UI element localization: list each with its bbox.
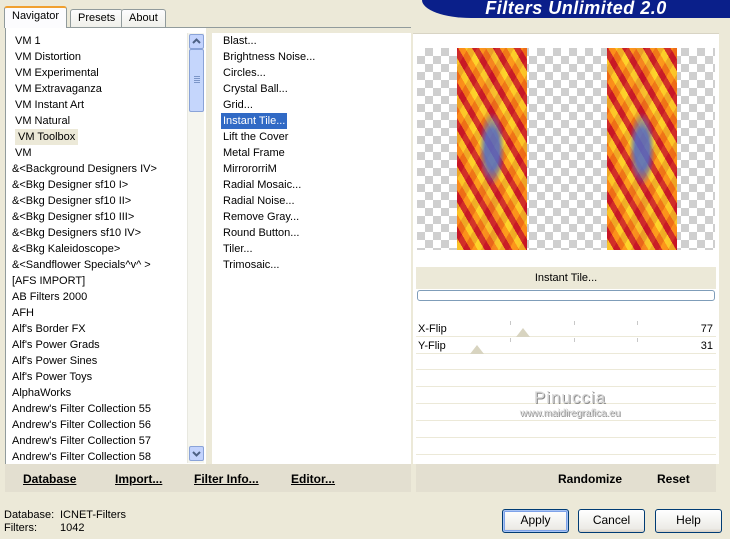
filter-item[interactable]: Round Button...	[223, 225, 299, 241]
category-item[interactable]: &<Bkg Designer sf10 III>	[12, 209, 134, 225]
filter-item[interactable]: Radial Mosaic...	[223, 177, 301, 193]
filter-item[interactable]: Tiler...	[223, 241, 253, 257]
category-item[interactable]: &<Bkg Designer sf10 II>	[12, 193, 131, 209]
filter-item[interactable]: Circles...	[223, 65, 266, 81]
chevron-up-icon	[192, 38, 201, 44]
category-item[interactable]: Alf's Power Grads	[12, 337, 100, 353]
category-item[interactable]: VM Extravaganza	[15, 81, 102, 97]
tab-presets[interactable]: Presets	[70, 9, 124, 27]
category-item[interactable]: AFH	[12, 305, 34, 321]
filter-item[interactable]: Instant Tile...	[221, 113, 288, 129]
filter-item[interactable]: Brightness Noise...	[223, 49, 315, 65]
tab-about[interactable]: About	[121, 9, 166, 27]
category-item[interactable]: Andrew's Filter Collection 57	[12, 433, 151, 449]
slider-tick	[637, 321, 639, 325]
filter-item[interactable]: MirrororriM	[223, 161, 277, 177]
param-label: Y-Flip	[418, 340, 446, 352]
category-item[interactable]: VM Distortion	[15, 49, 81, 65]
param-row-empty	[416, 354, 716, 370]
slider-tick	[509, 321, 511, 325]
scroll-thumb[interactable]	[189, 49, 204, 112]
apply-button[interactable]: Apply	[502, 509, 569, 533]
randomize-button[interactable]: Randomize	[558, 472, 622, 486]
filter-item[interactable]: Blast...	[223, 33, 257, 49]
filter-item[interactable]: Grid...	[223, 97, 253, 113]
scroll-down-button[interactable]	[189, 446, 204, 461]
progress-bar	[417, 290, 715, 301]
category-item[interactable]: AB Filters 2000	[12, 289, 87, 305]
category-item[interactable]: Andrew's Filter Collection 55	[12, 401, 151, 417]
category-item[interactable]: VM Instant Art	[15, 97, 84, 113]
filter-info-button[interactable]: Filter Info...	[194, 472, 259, 486]
category-scrollbar[interactable]	[187, 33, 204, 463]
param-label: X-Flip	[418, 323, 447, 335]
slider-thumb[interactable]	[516, 328, 530, 337]
filter-item[interactable]: Remove Gray...	[223, 209, 299, 225]
param-value: 31	[700, 340, 713, 352]
slider-tick	[573, 338, 575, 342]
database-button[interactable]: Database	[23, 472, 76, 486]
slider-tick	[573, 321, 575, 325]
filter-item[interactable]: Trimosaic...	[223, 257, 279, 273]
filter-name-bar: Instant Tile...	[416, 267, 716, 289]
category-item[interactable]: Alf's Border FX	[12, 321, 86, 337]
cancel-button[interactable]: Cancel	[578, 509, 645, 533]
category-item[interactable]: &<Sandflower Specials^v^ >	[12, 257, 151, 273]
param-row-empty	[416, 371, 716, 387]
category-item[interactable]: Andrew's Filter Collection 58	[12, 449, 151, 465]
category-item[interactable]: Andrew's Filter Collection 56	[12, 417, 151, 433]
category-item[interactable]: &<Background Designers IV>	[12, 161, 157, 177]
category-item[interactable]: Alf's Power Toys	[12, 369, 92, 385]
param-slider-y-flip[interactable]: Y-Flip 31	[416, 338, 716, 354]
scroll-up-button[interactable]	[189, 34, 204, 49]
watermark-url: www.maidiregrafica.eu	[519, 408, 621, 419]
watermark-name: Pinuccia	[533, 388, 607, 407]
filter-item[interactable]: Radial Noise...	[223, 193, 295, 209]
slider-tick	[637, 338, 639, 342]
category-item[interactable]: VM Experimental	[15, 65, 99, 81]
category-item[interactable]: VM Natural	[15, 113, 70, 129]
chevron-down-icon	[192, 451, 201, 457]
list-button-bar: Database Import... Filter Info... Editor…	[5, 464, 411, 492]
status-database-value: ICNET-Filters	[60, 509, 126, 521]
param-button-bar: Randomize Reset	[416, 464, 716, 492]
category-item[interactable]: AlphaWorks	[12, 385, 71, 401]
status-filters-label: Filters:	[4, 522, 37, 534]
slider-thumb[interactable]	[470, 345, 484, 354]
status-filters-value: 1042	[60, 522, 85, 534]
editor-button[interactable]: Editor...	[291, 472, 335, 486]
param-value: 77	[700, 323, 713, 335]
import-button[interactable]: Import...	[115, 472, 162, 486]
category-item[interactable]: VM	[15, 145, 32, 161]
param-row-empty	[416, 422, 716, 438]
app-banner: Filters Unlimited 2.0	[422, 0, 730, 18]
category-item[interactable]: VM 1	[15, 33, 41, 49]
preview-stripe	[607, 48, 677, 250]
tab-navigator[interactable]: Navigator	[4, 6, 68, 28]
category-item[interactable]: Alf's Power Sines	[12, 353, 97, 369]
category-item[interactable]: &<Bkg Designer sf10 I>	[12, 177, 128, 193]
preview-stripe	[457, 48, 527, 250]
watermark: Pinuccia www.maidiregrafica.eu	[500, 388, 640, 419]
filter-item[interactable]: Lift the Cover	[223, 129, 288, 145]
category-item[interactable]: [AFS IMPORT]	[12, 273, 85, 289]
category-item[interactable]: VM Toolbox	[15, 129, 79, 145]
param-slider-x-flip[interactable]: X-Flip 77	[416, 321, 716, 337]
preview-image	[417, 48, 715, 250]
param-row-empty	[416, 439, 716, 455]
current-filter-name: Instant Tile...	[534, 272, 598, 284]
category-item[interactable]: &<Bkg Kaleidoscope>	[12, 241, 120, 257]
slider-tick	[509, 338, 511, 342]
reset-button[interactable]: Reset	[657, 472, 690, 486]
filter-item[interactable]: Metal Frame	[223, 145, 285, 161]
status-database-label: Database:	[4, 509, 55, 521]
help-button[interactable]: Help	[655, 509, 722, 533]
filter-item[interactable]: Crystal Ball...	[223, 81, 288, 97]
category-item[interactable]: &<Bkg Designers sf10 IV>	[12, 225, 141, 241]
